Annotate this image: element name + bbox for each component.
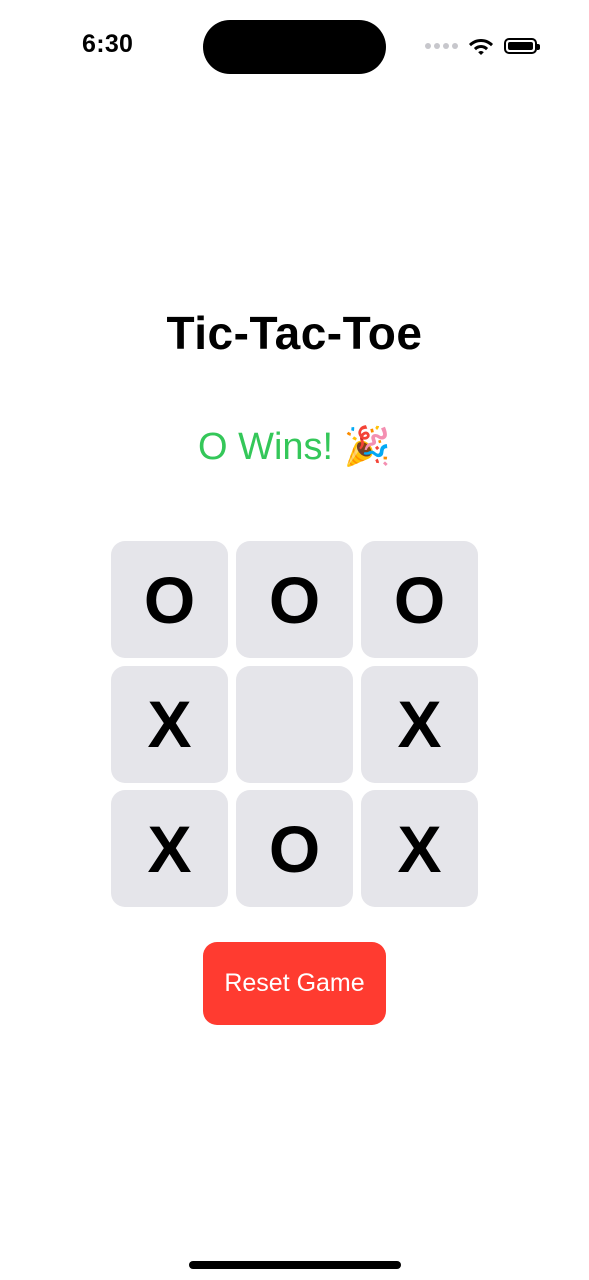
game-status-message: O Wins! 🎉 [198,426,391,468]
status-icons [425,34,540,58]
signal-dots-icon [425,43,458,49]
board-cell-r2-c3[interactable]: X [361,665,478,783]
battery-icon [504,38,540,54]
dynamic-island [203,20,386,74]
status-time: 6:30 [82,30,134,58]
board-cell-r2-c2[interactable] [236,665,353,783]
home-indicator[interactable] [189,1261,401,1269]
board-cell-r3-c1[interactable]: X [111,790,228,907]
board-cell-r1-c3[interactable]: O [361,541,478,658]
game-board: O O O X X X O X [111,541,478,907]
status-bar: 6:30 [0,0,589,95]
board-cell-r1-c1[interactable]: O [111,541,228,658]
page-title: Tic-Tac-Toe [166,307,423,359]
board-cell-r2-c1[interactable]: X [111,665,228,783]
board-cell-r3-c2[interactable]: O [236,790,353,907]
board-cell-r3-c3[interactable]: X [361,790,478,907]
reset-game-button[interactable]: Reset Game [203,942,386,1025]
board-cell-r1-c2[interactable]: O [236,541,353,658]
wifi-icon [469,39,493,55]
